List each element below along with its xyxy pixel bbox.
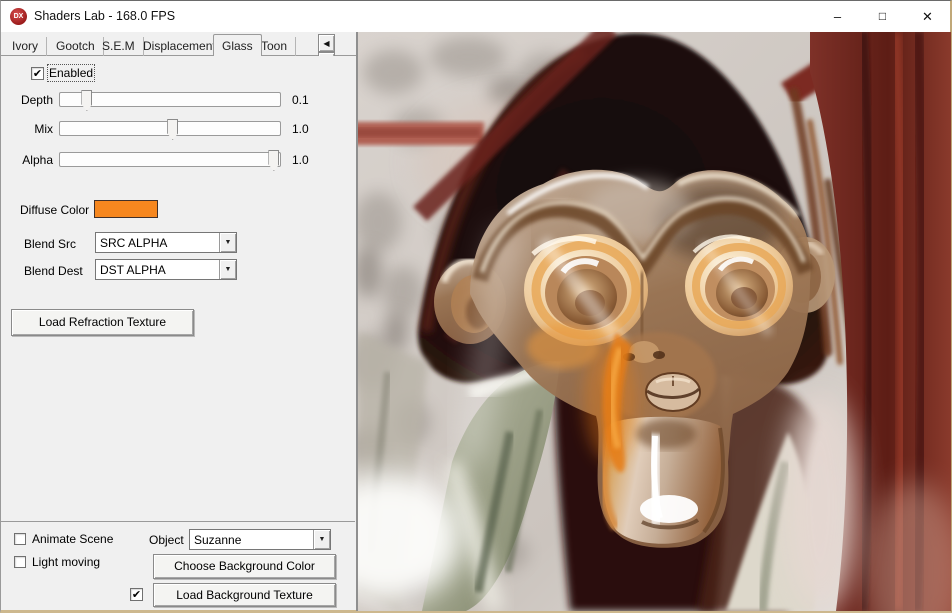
diffuse-color-label: Diffuse Color: [20, 203, 89, 217]
lips: [646, 373, 700, 411]
mix-value: 1.0: [292, 122, 309, 136]
title-bar[interactable]: DX Shaders Lab - 168.0 FPS – □ ✕: [1, 1, 950, 32]
chevron-down-icon[interactable]: ▼: [219, 233, 236, 252]
minimize-button[interactable]: –: [815, 1, 860, 32]
load-background-texture-checkbox[interactable]: ✔: [130, 588, 143, 601]
maximize-button[interactable]: □: [860, 1, 905, 32]
mix-label: Mix: [7, 122, 53, 136]
depth-label: Depth: [7, 93, 53, 107]
animate-scene-checkbox[interactable]: ✔: [14, 533, 26, 545]
blend-dest-value: DST ALPHA: [100, 263, 166, 277]
light-column: [784, 392, 856, 611]
enabled-checkbox[interactable]: ✔: [31, 67, 44, 80]
close-button[interactable]: ✕: [905, 1, 950, 32]
tab-strip: Ivory Gootch S.E.M Displacement Glass To…: [1, 34, 356, 56]
object-combobox[interactable]: Suzanne ▼: [189, 529, 331, 550]
app-window: DX Shaders Lab - 168.0 FPS – □ ✕ Ivory G…: [0, 0, 952, 613]
load-refraction-texture-button[interactable]: Load Refraction Texture: [11, 309, 194, 336]
load-background-texture-button[interactable]: Load Background Texture: [153, 583, 336, 607]
window-title: Shaders Lab - 168.0 FPS: [34, 9, 175, 23]
blend-src-label: Blend Src: [24, 237, 76, 251]
right-eye: [685, 236, 793, 336]
blend-dest-combobox[interactable]: DST ALPHA ▼: [95, 259, 237, 280]
alpha-slider-track[interactable]: [59, 152, 281, 167]
app-icon: DX: [10, 8, 27, 25]
blend-src-value: SRC ALPHA: [100, 236, 167, 250]
tab-displacement[interactable]: Displacement: [135, 37, 225, 56]
depth-slider-thumb[interactable]: [81, 90, 92, 111]
animate-scene-label: Animate Scene: [32, 532, 113, 546]
mix-slider-thumb[interactable]: [167, 119, 178, 140]
blend-dest-label: Blend Dest: [24, 264, 83, 278]
check-icon: ✔: [132, 589, 141, 601]
enabled-label[interactable]: Enabled: [49, 66, 93, 80]
object-value: Suzanne: [194, 533, 241, 547]
diffuse-color-swatch[interactable]: [94, 200, 158, 218]
render-viewport[interactable]: [358, 32, 951, 611]
depth-value: 0.1: [292, 93, 309, 107]
chevron-down-icon[interactable]: ▼: [219, 260, 236, 279]
alpha-label: Alpha: [7, 153, 53, 167]
choose-background-color-button[interactable]: Choose Background Color: [153, 554, 336, 579]
object-label: Object: [149, 533, 184, 547]
rendered-scene: [358, 32, 951, 611]
alpha-slider-thumb[interactable]: [268, 150, 279, 171]
depth-slider-track[interactable]: [59, 92, 281, 107]
blend-src-combobox[interactable]: SRC ALPHA ▼: [95, 232, 237, 253]
tab-glass[interactable]: Glass: [213, 34, 262, 56]
light-moving-checkbox[interactable]: ✔: [14, 556, 26, 568]
alpha-value: 1.0: [292, 153, 309, 167]
light-moving-label: Light moving: [32, 555, 100, 569]
tab-ivory[interactable]: Ivory: [4, 37, 47, 56]
tab-scroll-left-icon[interactable]: ◀: [318, 34, 335, 52]
mix-slider-track[interactable]: [59, 121, 281, 136]
check-icon: ✔: [33, 68, 42, 80]
glass-tab-page: ✔ Enabled Depth 0.1 Mix 1.0 Alpha 1.0 Di…: [1, 56, 355, 522]
chevron-down-icon[interactable]: ▼: [313, 530, 330, 549]
